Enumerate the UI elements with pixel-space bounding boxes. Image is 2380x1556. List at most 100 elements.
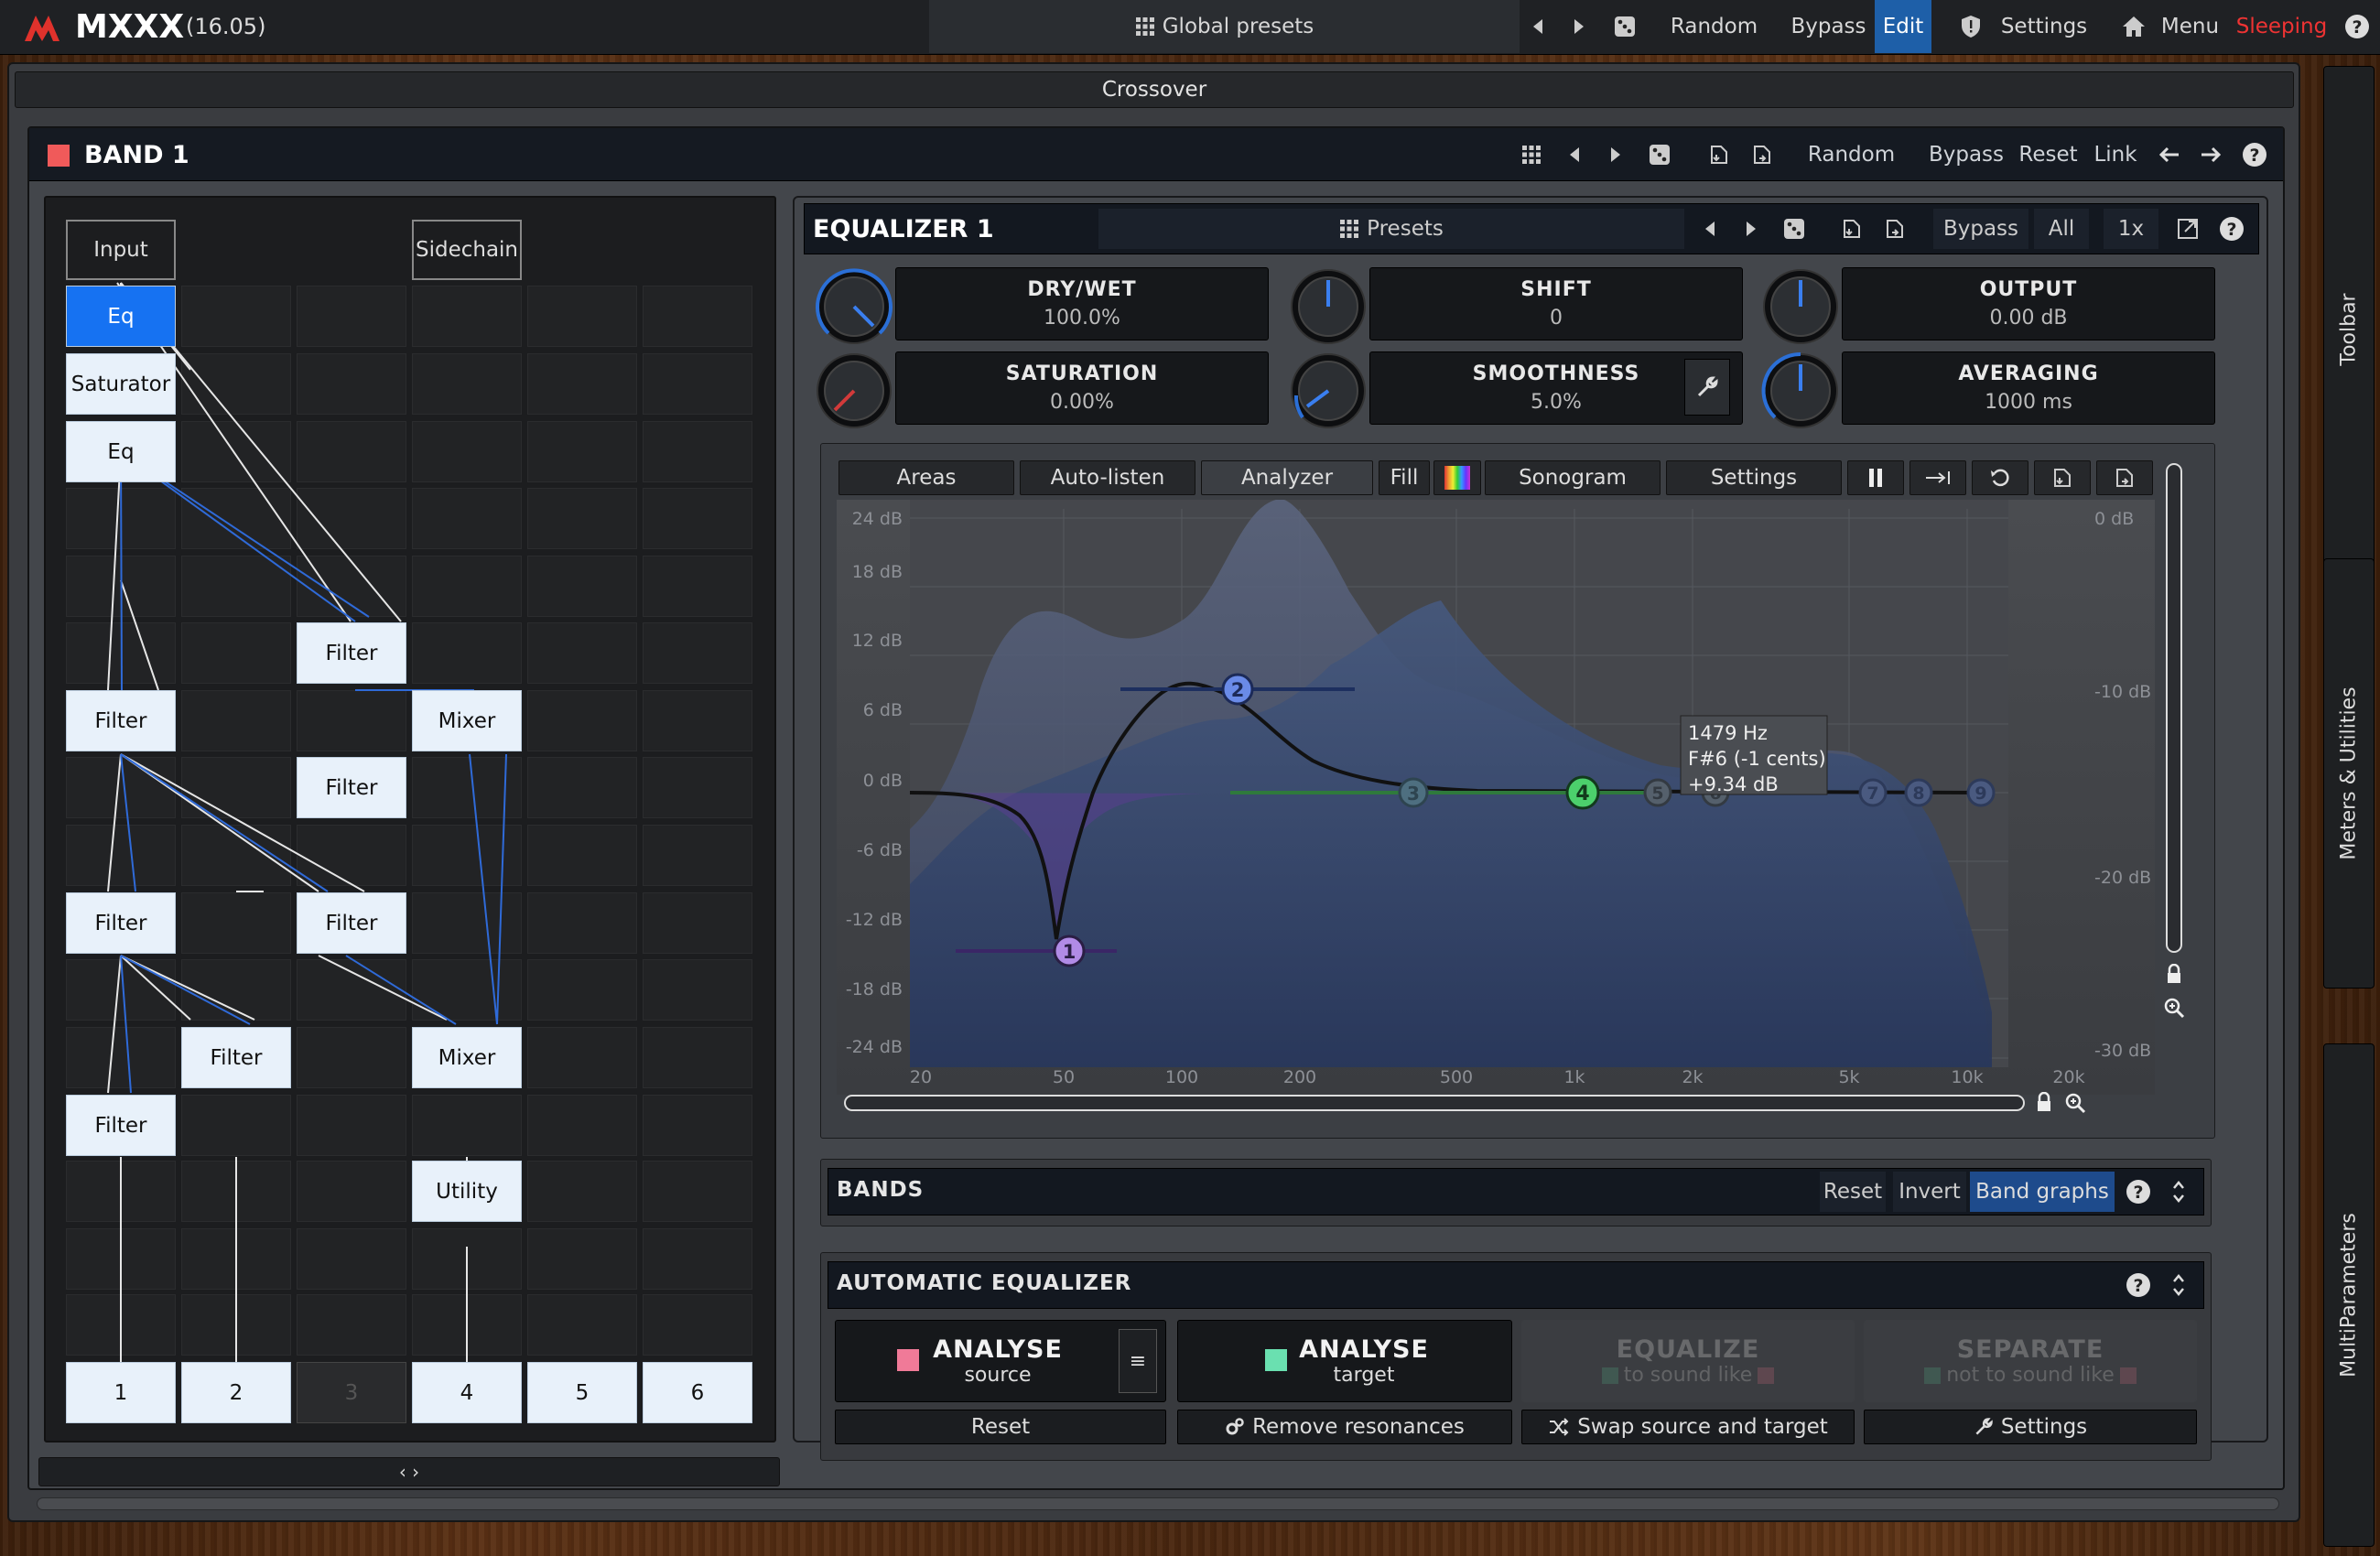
zoom-icon[interactable] (2160, 994, 2188, 1021)
output-5[interactable]: 5 (527, 1362, 637, 1423)
eq-bypass-button[interactable]: Bypass (1933, 209, 2028, 249)
source-menu-button[interactable]: ≡ (1119, 1329, 1157, 1393)
band-point-7[interactable]: 7 (1858, 778, 1888, 807)
routing-node-utility[interactable]: Utility (412, 1161, 522, 1222)
vertical-scrollbar[interactable] (2166, 463, 2182, 953)
eq-next-icon[interactable] (1735, 209, 1768, 249)
band-help-icon[interactable]: ? (2236, 128, 2273, 181)
band-point-8[interactable]: 8 (1904, 778, 1933, 807)
auto-eq-expand-icon[interactable] (2162, 1265, 2195, 1305)
output-display[interactable]: OUTPUT 0.00 dB (1842, 267, 2215, 340)
shift-knob[interactable] (1287, 265, 1369, 348)
band-reset-button[interactable]: Reset (2014, 128, 2082, 181)
routing-node-mixer[interactable]: Mixer (412, 690, 522, 751)
swap-source-target-button[interactable]: Swap source and target (1521, 1410, 1855, 1444)
dice-icon[interactable] (1604, 0, 1645, 53)
eq-copy-icon[interactable] (1834, 209, 1870, 249)
wrench-icon[interactable] (1684, 359, 1730, 416)
main-horizontal-scrollbar[interactable] (37, 1497, 2279, 1510)
sonogram-button[interactable]: Sonogram (1485, 460, 1661, 495)
analyzer-button[interactable]: Analyzer (1201, 460, 1373, 495)
output-1[interactable]: 1 (66, 1362, 176, 1423)
band-bypass-button[interactable]: Bypass (1920, 128, 2012, 181)
auto-eq-help-icon[interactable]: ? (2122, 1265, 2155, 1305)
eq-graph[interactable]: 1 2 3 4 5 6 7 8 9 1479 Hz F#6 (-1 cents)… (837, 500, 2155, 1095)
app-logo-icon[interactable] (18, 0, 66, 53)
help-icon[interactable]: ? (2339, 0, 2375, 53)
routing-input-node[interactable]: Input (66, 220, 176, 280)
routing-node-filter[interactable]: Filter (181, 1027, 291, 1088)
band-copy-icon[interactable] (1698, 128, 1739, 181)
band-paste-icon[interactable] (1741, 128, 1782, 181)
drywet-display[interactable]: DRY/WET 100.0% (895, 267, 1269, 340)
saturation-knob[interactable] (813, 350, 895, 432)
routing-node-saturator[interactable]: Saturator (66, 353, 176, 415)
output-knob[interactable] (1759, 265, 1842, 348)
routing-sidechain-node[interactable]: Sidechain (412, 220, 522, 280)
shift-display[interactable]: SHIFT 0 (1369, 267, 1743, 340)
auto-listen-button[interactable]: Auto-listen (1020, 460, 1195, 495)
areas-button[interactable]: Areas (838, 460, 1014, 495)
bands-help-icon[interactable]: ? (2122, 1172, 2155, 1212)
undo-icon[interactable] (1972, 460, 2028, 495)
bands-invert-button[interactable]: Invert (1893, 1172, 1966, 1212)
band-point-5[interactable]: 5 (1643, 778, 1672, 807)
side-tab-toolbar[interactable]: Toolbar (2323, 66, 2375, 592)
eq-help-icon[interactable]: ? (2213, 209, 2250, 249)
band-point-4[interactable]: 4 (1565, 775, 1600, 810)
band-next-icon[interactable] (1597, 128, 1634, 181)
routing-node-mixer[interactable]: Mixer (412, 1027, 522, 1088)
band-dice-icon[interactable] (1639, 128, 1680, 181)
home-icon[interactable] (2117, 0, 2149, 53)
auto-eq-settings-button[interactable]: Settings (1864, 1410, 2197, 1444)
bypass-button[interactable]: Bypass (1785, 0, 1872, 53)
random-button[interactable]: Random (1661, 0, 1767, 53)
averaging-knob[interactable] (1759, 350, 1842, 432)
output-6[interactable]: 6 (643, 1362, 752, 1423)
band-prev-icon[interactable] (1556, 128, 1593, 181)
averaging-display[interactable]: AVERAGING 1000 ms (1842, 351, 2215, 425)
sleeping-status[interactable]: Sleeping (2234, 0, 2330, 53)
prev-preset-icon[interactable] (1520, 0, 1556, 53)
eq-dice-icon[interactable] (1776, 209, 1812, 249)
side-tab-meters[interactable]: Meters & Utilities (2323, 558, 2375, 989)
drywet-knob[interactable] (813, 265, 895, 348)
fit-range-icon[interactable] (1909, 460, 1966, 495)
auto-eq-reset-button[interactable]: Reset (835, 1410, 1166, 1444)
h-zoom-icon[interactable] (2061, 1089, 2089, 1117)
band-point-1[interactable]: 1 (1053, 935, 1086, 967)
band-presets-grid-icon[interactable] (1510, 128, 1552, 181)
routing-node-eq-selected[interactable]: Eq (66, 286, 176, 347)
graph-paste-icon[interactable] (2096, 460, 2153, 495)
arrow-left-icon[interactable] (2151, 128, 2188, 181)
routing-node-filter[interactable]: Filter (66, 892, 176, 954)
edit-button[interactable]: Edit (1875, 0, 1931, 53)
saturation-display[interactable]: SATURATION 0.00% (895, 351, 1269, 425)
band-random-button[interactable]: Random (1799, 128, 1904, 181)
output-2[interactable]: 2 (181, 1362, 291, 1423)
bands-reset-button[interactable]: Reset (1820, 1172, 1886, 1212)
arrow-right-icon[interactable] (2192, 128, 2229, 181)
routing-node-filter[interactable]: Filter (66, 690, 176, 751)
settings-button[interactable]: Settings (1994, 0, 2094, 53)
fill-button[interactable]: Fill (1379, 460, 1430, 495)
eq-presets-button[interactable]: Presets (1098, 209, 1684, 249)
band-point-9[interactable]: 9 (1966, 778, 1996, 807)
spectrum-color-icon[interactable] (1433, 460, 1481, 495)
band-color-swatch[interactable] (48, 145, 70, 167)
bands-expand-icon[interactable] (2162, 1172, 2195, 1212)
h-lock-icon[interactable] (2032, 1089, 2056, 1115)
graph-settings-button[interactable]: Settings (1666, 460, 1842, 495)
global-presets-button[interactable]: Global presets (929, 0, 1520, 53)
crossover-button[interactable]: Crossover (15, 71, 2294, 108)
routing-node-filter[interactable]: Filter (297, 892, 406, 954)
menu-button[interactable]: Menu (2156, 0, 2224, 53)
eq-paste-icon[interactable] (1877, 209, 1913, 249)
output-4[interactable]: 4 (412, 1362, 522, 1423)
band-link-button[interactable]: Link (2087, 128, 2144, 181)
remove-resonances-button[interactable]: Remove resonances (1177, 1410, 1512, 1444)
lock-icon[interactable] (2162, 961, 2186, 987)
routing-node-filter[interactable]: Filter (66, 1095, 176, 1156)
routing-node-filter[interactable]: Filter (297, 622, 406, 684)
eq-prev-icon[interactable] (1693, 209, 1726, 249)
